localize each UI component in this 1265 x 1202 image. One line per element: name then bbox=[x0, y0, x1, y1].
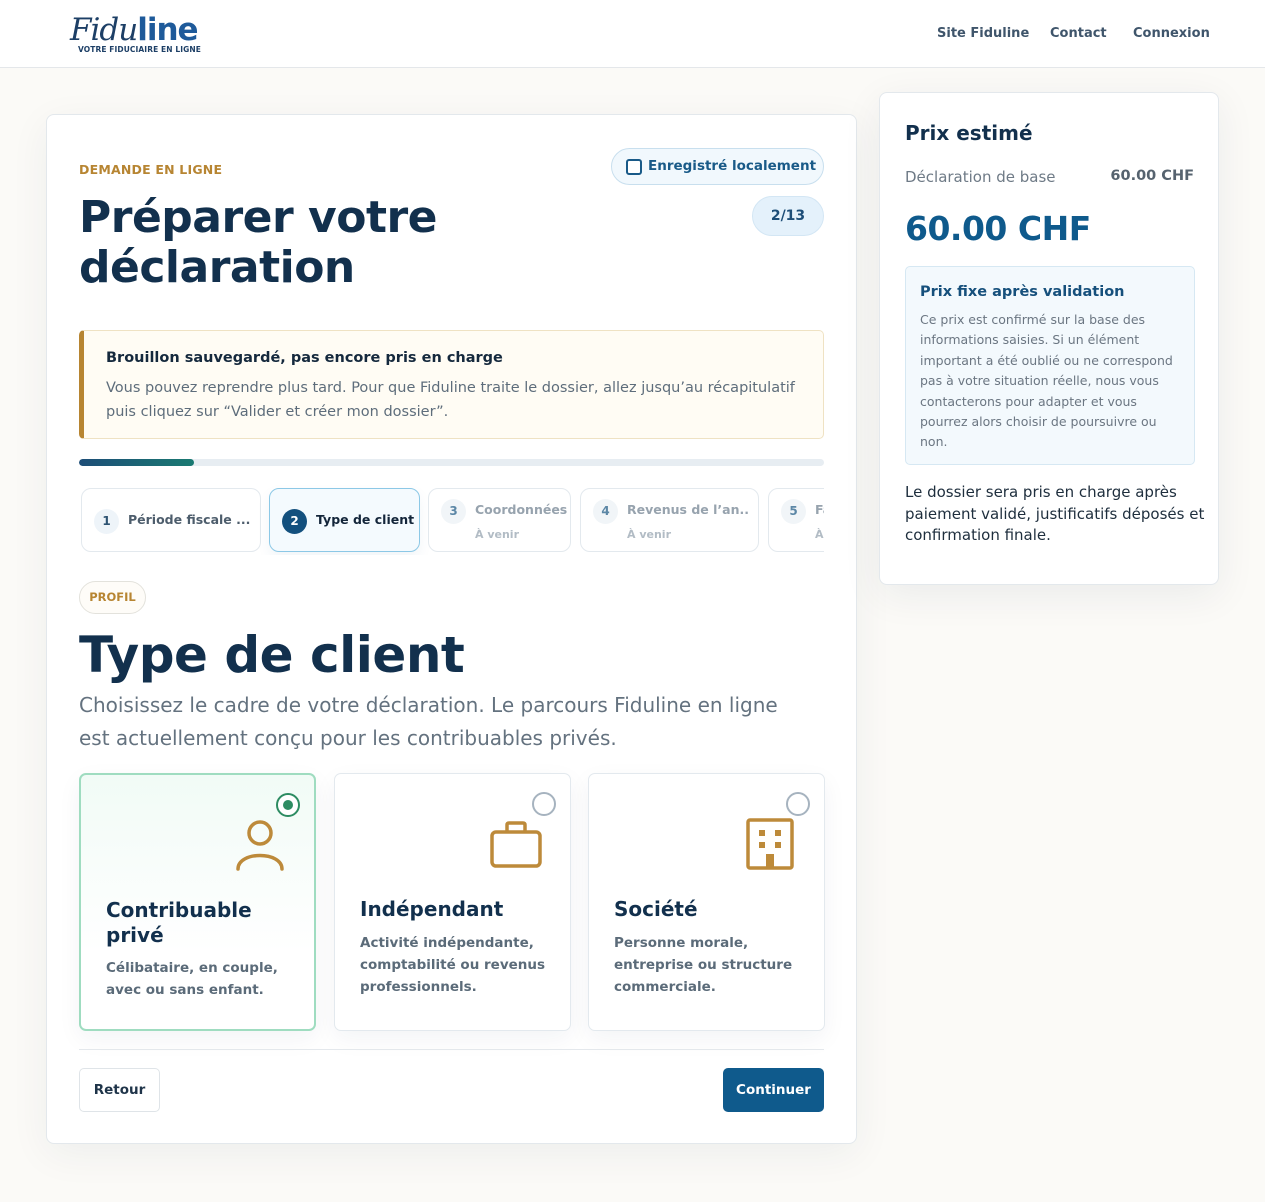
total-price: 60.00 CHF bbox=[905, 209, 1091, 248]
step-status: À venir bbox=[627, 528, 671, 541]
form-eyebrow: DEMANDE EN LIGNE bbox=[79, 162, 223, 177]
step-tab-5[interactable]: 5 Fa À bbox=[768, 488, 824, 552]
radio-unselected[interactable] bbox=[786, 792, 810, 816]
step-status: À bbox=[815, 528, 824, 541]
progress-fill bbox=[79, 459, 194, 466]
step-label: Type de client bbox=[316, 512, 415, 527]
page-title: Préparer votre déclaration bbox=[79, 192, 438, 293]
step-number: 4 bbox=[593, 499, 618, 524]
fixed-price-title: Prix fixe après validation bbox=[920, 284, 1125, 300]
nav-link-login[interactable]: Connexion bbox=[1133, 26, 1210, 46]
option-title: Contribuable privé bbox=[106, 898, 252, 947]
option-description: Activité indépendante, comptabilité ou r… bbox=[360, 935, 546, 995]
logo-tagline: VOTRE FIDUCIAIRE EN LIGNE bbox=[78, 45, 201, 54]
price-title: Prix estimé bbox=[905, 121, 1033, 145]
notice-title: Brouillon sauvegardé, pas encore pris en… bbox=[106, 350, 503, 366]
price-card: Prix estimé Déclaration de base 60.00 CH… bbox=[879, 92, 1219, 585]
briefcase-icon bbox=[490, 821, 542, 868]
radio-unselected[interactable] bbox=[532, 792, 556, 816]
step-tab-period[interactable]: 1 Période fiscale ... bbox=[81, 488, 261, 552]
step-nav: 1 Période fiscale ... 2 Type de client 3… bbox=[79, 485, 824, 555]
step-label: Fa bbox=[815, 502, 824, 517]
radio-dot bbox=[283, 800, 293, 810]
base-price-value: 60.00 CHF bbox=[1110, 168, 1194, 184]
divider bbox=[79, 1049, 824, 1050]
radio-selected[interactable] bbox=[276, 793, 300, 817]
continue-button[interactable]: Continuer bbox=[723, 1068, 824, 1112]
nav-link-contact[interactable]: Contact bbox=[1050, 26, 1107, 46]
base-price-label: Déclaration de base bbox=[905, 168, 1056, 186]
building-icon bbox=[746, 818, 794, 870]
price-footer-note: Le dossier sera pris en charge après pai… bbox=[905, 483, 1205, 544]
step-label: Période fiscale ... bbox=[128, 512, 251, 527]
step-counter: 2/13 bbox=[752, 196, 824, 236]
option-description: Personne morale, entreprise ou structure… bbox=[614, 935, 793, 995]
draft-notice: Brouillon sauvegardé, pas encore pris en… bbox=[79, 330, 824, 439]
option-title: Société bbox=[614, 897, 698, 921]
option-independent[interactable]: Indépendant Activité indépendante, compt… bbox=[334, 773, 571, 1031]
saved-locally-label: Enregistré localement bbox=[648, 158, 817, 174]
top-bar: Fiduline VOTRE FIDUCIAIRE EN LIGNE Site … bbox=[0, 0, 1265, 68]
logo-wordmark: Fiduline bbox=[70, 12, 199, 48]
step-label: Revenus de l’an... bbox=[627, 502, 749, 517]
step-number: 1 bbox=[94, 509, 119, 534]
step-number: 5 bbox=[781, 499, 806, 524]
step-tab-coordinates[interactable]: 3 Coordonnées À venir bbox=[428, 488, 571, 552]
option-title: Indépendant bbox=[360, 897, 504, 921]
checkbox-icon bbox=[626, 159, 642, 175]
nav-link-site[interactable]: Site Fiduline bbox=[937, 26, 1029, 46]
fixed-price-info: Prix fixe après validation Ce prix est c… bbox=[905, 266, 1195, 465]
section-title: Type de client bbox=[79, 626, 465, 684]
section-description: Choisissez le cadre de votre déclaration… bbox=[79, 693, 778, 750]
section-tag: PROFIL bbox=[79, 581, 146, 614]
option-private-taxpayer[interactable]: Contribuable privé Célibataire, en coupl… bbox=[79, 773, 316, 1031]
step-tab-income[interactable]: 4 Revenus de l’an... À venir bbox=[580, 488, 759, 552]
step-number: 3 bbox=[441, 499, 466, 524]
option-description: Célibataire, en couple, avec ou sans enf… bbox=[106, 960, 278, 998]
notice-body: Vous pouvez reprendre plus tard. Pour qu… bbox=[106, 380, 795, 420]
saved-locally-badge: Enregistré localement bbox=[611, 148, 824, 185]
person-icon bbox=[236, 820, 284, 871]
fixed-price-body: Ce prix est confirmé sur la base des inf… bbox=[920, 312, 1173, 450]
step-tab-client-type[interactable]: 2 Type de client bbox=[269, 488, 420, 552]
option-company[interactable]: Société Personne morale, entreprise ou s… bbox=[588, 773, 825, 1031]
step-label: Coordonnées bbox=[475, 502, 568, 517]
progress-bar bbox=[79, 459, 824, 466]
step-number: 2 bbox=[282, 509, 307, 534]
step-status: À venir bbox=[475, 528, 519, 541]
form-card: DEMANDE EN LIGNE Préparer votre déclarat… bbox=[46, 114, 857, 1144]
back-button[interactable]: Retour bbox=[79, 1068, 160, 1112]
fiduline-logo[interactable]: Fiduline VOTRE FIDUCIAIRE EN LIGNE bbox=[70, 10, 201, 60]
